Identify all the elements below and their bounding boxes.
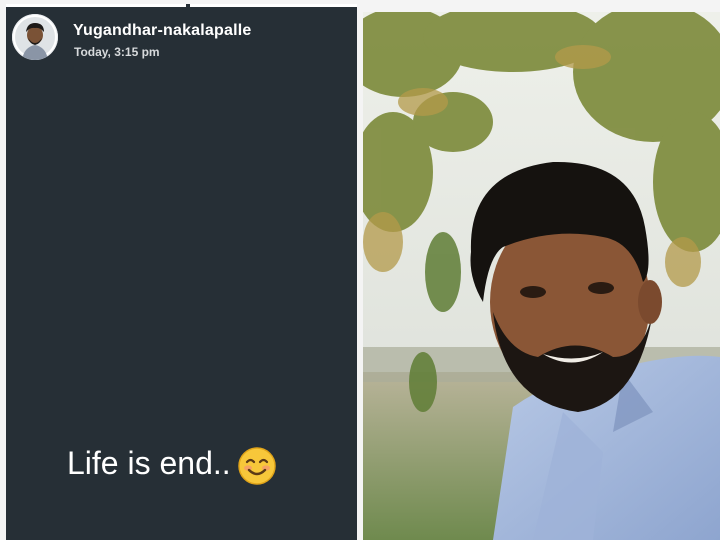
story-progress-bar bbox=[6, 4, 357, 7]
avatar[interactable] bbox=[12, 14, 58, 60]
smiling-face-emoji-icon bbox=[237, 446, 277, 486]
story-timestamp: Today, 3:15 pm bbox=[74, 45, 160, 59]
username[interactable]: Yugandhar-nakalapalle bbox=[73, 22, 251, 40]
story-caption: Life is end.. bbox=[67, 442, 277, 486]
story-header: Yugandhar-nakalapalle Today, 3:15 pm bbox=[12, 14, 352, 64]
avatar-portrait bbox=[12, 14, 58, 60]
caption-text: Life is end.. bbox=[67, 445, 231, 481]
portrait-photo bbox=[363, 12, 720, 540]
story-panel[interactable]: Yugandhar-nakalapalle Today, 3:15 pm Lif… bbox=[6, 4, 357, 540]
progress-segment-gap bbox=[186, 4, 190, 9]
portrait-photo-image bbox=[363, 12, 720, 540]
